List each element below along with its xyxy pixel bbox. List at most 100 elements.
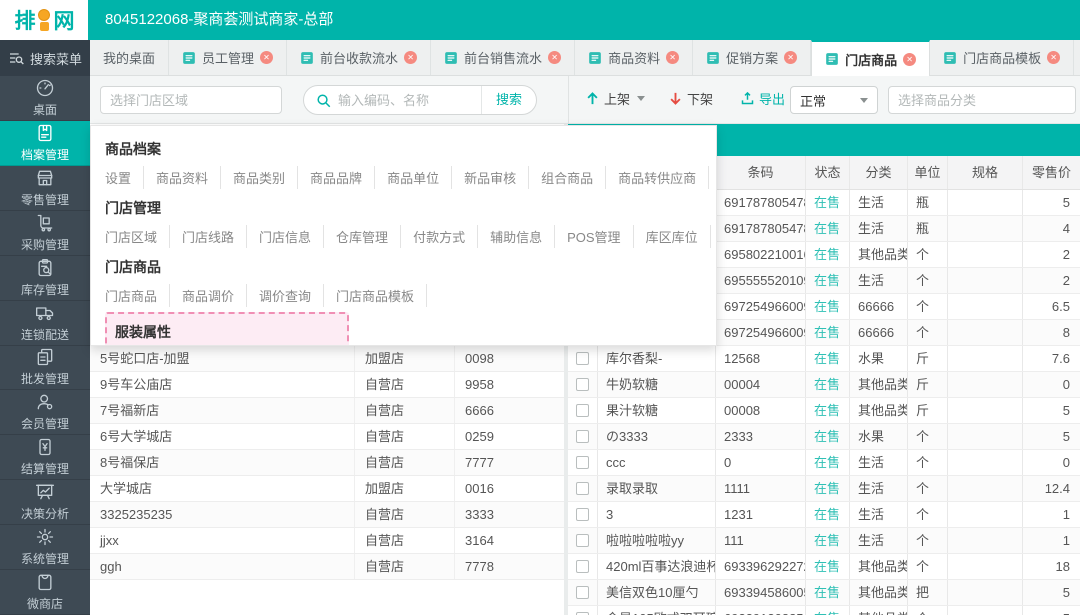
menu-item[interactable]: 门店商品 <box>105 284 170 307</box>
checkbox-cell <box>568 372 598 397</box>
sidebar-item-member[interactable]: 会员管理 <box>0 390 90 435</box>
product-status: 在售 <box>806 242 850 267</box>
menu-item[interactable]: 商品调价 <box>170 284 247 307</box>
store-row[interactable]: jjxx自营店3164 <box>90 528 564 554</box>
sidebar-item-wholesale[interactable]: 批发管理 <box>0 346 90 391</box>
row-checkbox[interactable] <box>576 430 589 443</box>
product-row: 金景105欧式双耳碗6933912088511在售其他品类个5 <box>568 606 1080 615</box>
row-checkbox[interactable] <box>576 534 589 547</box>
store-type: 自营店 <box>355 528 455 553</box>
product-row: 420ml百事达浪迪杯6933962922728在售其他品类个18 <box>568 554 1080 580</box>
row-checkbox[interactable] <box>576 560 589 573</box>
product-spec <box>948 320 1023 345</box>
close-icon[interactable]: ✕ <box>404 51 417 64</box>
store-row[interactable]: 6号大学城店自营店0259 <box>90 424 564 450</box>
store-row[interactable]: 7号福新店自营店6666 <box>90 398 564 424</box>
product-spec <box>948 476 1023 501</box>
store-row[interactable]: ggh自营店7778 <box>90 554 564 580</box>
tab-store-goods-template[interactable]: 门店商品模板✕ <box>930 40 1074 75</box>
export-button[interactable]: 导出 <box>740 89 785 108</box>
tab-front-payment[interactable]: 前台收款流水✕ <box>287 40 431 75</box>
menu-item[interactable]: 门店信息 <box>247 225 324 248</box>
menu-item[interactable]: 组合商品 <box>529 166 606 189</box>
product-name: 3 <box>598 502 716 527</box>
sidebar-search-label: 搜索菜单 <box>30 49 82 68</box>
menu-item[interactable]: POS管理 <box>555 225 633 248</box>
shelf-off-button[interactable]: 下架 <box>668 89 713 108</box>
menu-section-title: 服装属性 <box>115 322 333 342</box>
sidebar-item-inventory[interactable]: 库存管理 <box>0 256 90 301</box>
menu-item[interactable]: 门店区域 <box>105 225 170 248</box>
toolbar: 搜索 上架 下架 导出 正常 <box>90 76 1080 124</box>
menu-item[interactable]: 商品类别 <box>221 166 298 189</box>
export-label: 导出 <box>759 89 785 108</box>
menu-item[interactable]: 付款方式 <box>401 225 478 248</box>
tab-front-sales[interactable]: 前台销售流水✕ <box>431 40 575 75</box>
tab-goods-info[interactable]: 商品资料✕ <box>575 40 693 75</box>
sidebar-item-system[interactable]: 系统管理 <box>0 525 90 570</box>
product-unit: 个 <box>908 476 948 501</box>
close-icon[interactable]: ✕ <box>666 51 679 64</box>
sidebar-item-analysis[interactable]: 决策分析 <box>0 480 90 525</box>
shelf-on-button[interactable]: 上架 <box>585 89 645 108</box>
menu-item[interactable]: 调价查询 <box>247 284 324 307</box>
close-icon[interactable]: ✕ <box>1047 51 1060 64</box>
close-icon[interactable]: ✕ <box>784 51 797 64</box>
row-checkbox[interactable] <box>576 508 589 521</box>
row-checkbox[interactable] <box>576 586 589 599</box>
sidebar-item-purchase[interactable]: 采购管理 <box>0 211 90 256</box>
checkbox-cell <box>568 580 598 605</box>
row-checkbox[interactable] <box>576 404 589 417</box>
header-spec: 规格 <box>948 156 1023 189</box>
menu-item[interactable]: 仓库管理 <box>324 225 401 248</box>
tab-promotion[interactable]: 促销方案✕ <box>693 40 811 75</box>
store-row[interactable]: 3325235235自营店3333 <box>90 502 564 528</box>
menu-item[interactable]: 库区库位 <box>634 225 711 248</box>
store-row[interactable]: 9号车公庙店自营店9958 <box>90 372 564 398</box>
header-unit: 单位 <box>908 156 948 189</box>
tab-store-goods[interactable]: 门店商品✕ <box>811 40 930 76</box>
store-region-input[interactable] <box>100 86 282 114</box>
menu-item[interactable]: 门店商品模板 <box>324 284 427 307</box>
sidebar-item-micro-shop[interactable]: 微商店 <box>0 570 90 615</box>
menu-item[interactable]: 设置 <box>105 166 144 189</box>
menu-item[interactable]: 商品品牌 <box>298 166 375 189</box>
row-checkbox[interactable] <box>576 378 589 391</box>
menu-item[interactable]: 商品资料 <box>144 166 221 189</box>
checkbox-cell <box>568 502 598 527</box>
category-input[interactable] <box>888 86 1076 114</box>
store-name: jjxx <box>90 528 355 553</box>
menu-item[interactable]: 门店线路 <box>170 225 247 248</box>
search-button[interactable]: 搜索 <box>481 85 536 115</box>
close-icon[interactable]: ✕ <box>903 53 916 66</box>
row-checkbox[interactable] <box>576 352 589 365</box>
close-icon[interactable]: ✕ <box>548 51 561 64</box>
tab-my-desktop[interactable]: 我的桌面 <box>90 40 169 75</box>
row-checkbox[interactable] <box>576 456 589 469</box>
document-icon <box>588 51 602 65</box>
product-status: 在售 <box>806 398 850 423</box>
sidebar-search-menu[interactable]: 搜索菜单 <box>0 40 90 76</box>
sidebar-item-settlement[interactable]: 结算管理 <box>0 435 90 480</box>
menu-item[interactable]: 商品转供应商 <box>606 166 709 189</box>
store-code: 0098 <box>455 346 564 371</box>
close-icon[interactable]: ✕ <box>260 51 273 64</box>
store-row[interactable]: 大学城店加盟店0016 <box>90 476 564 502</box>
sidebar-item-archive[interactable]: 档案管理 <box>0 121 90 166</box>
status-select[interactable]: 正常 <box>790 86 878 114</box>
menu-item[interactable]: 辅助信息 <box>478 225 555 248</box>
product-category: 生活 <box>850 476 908 501</box>
sidebar-item-desktop[interactable]: 桌面 <box>0 76 90 121</box>
row-checkbox[interactable] <box>576 482 589 495</box>
product-spec <box>948 294 1023 319</box>
store-row[interactable]: 5号蛇口店-加盟加盟店0098 <box>90 346 564 372</box>
store-row[interactable]: 8号福保店自营店7777 <box>90 450 564 476</box>
menu-item[interactable]: 商品单位 <box>375 166 452 189</box>
sidebar-item-retail[interactable]: 零售管理 <box>0 166 90 211</box>
top-bar: 排 网 8045122068-聚商荟测试商家-总部 <box>0 0 1080 40</box>
tab-staff[interactable]: 员工管理✕ <box>169 40 287 75</box>
sidebar-item-chain-delivery[interactable]: 连锁配送 <box>0 301 90 346</box>
search-input[interactable] <box>338 93 481 108</box>
menu-item[interactable]: 新品审核 <box>452 166 529 189</box>
product-price: 5 <box>1023 398 1080 423</box>
